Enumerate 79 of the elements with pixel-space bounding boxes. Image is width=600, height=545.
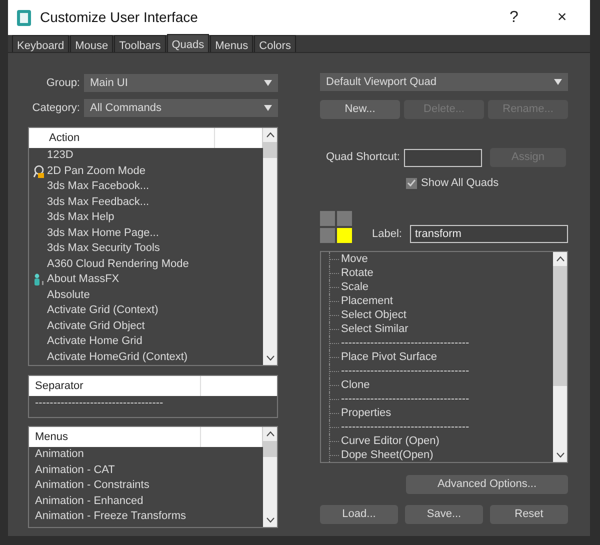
quad-menu-item[interactable]: Clone (341, 378, 370, 390)
category-label: Category: (31, 100, 80, 116)
action-item[interactable]: 3ds Max Help (47, 210, 114, 226)
quad-menu-dropdown[interactable]: Default Viewport Quad (320, 73, 568, 91)
scroll-up-icon[interactable] (266, 132, 274, 138)
action-item[interactable]: Absolute (47, 288, 90, 303)
caret-icon (264, 105, 272, 111)
quad-menu-item[interactable]: ----------------------------------- (341, 392, 470, 404)
quad-menu-item[interactable]: Place Pivot Surface (341, 350, 437, 362)
scrollbar-thumb[interactable] (263, 142, 277, 158)
label-label: Label: (372, 227, 402, 242)
quad-menu-item[interactable]: Select Similar (341, 322, 408, 334)
tab[interactable]: Colors (254, 35, 296, 52)
tab[interactable]: Quads (166, 34, 210, 52)
action-item[interactable]: About MassFX (47, 272, 120, 288)
menus-item[interactable]: Animation - Constraints (35, 478, 150, 494)
action-item[interactable]: A360 Cloud Rendering Mode (47, 256, 189, 272)
footer-button[interactable]: Save... (405, 504, 483, 524)
scrollbar[interactable] (263, 128, 277, 365)
window-title: Customize User Interface (40, 8, 199, 27)
scrollbar[interactable] (263, 427, 277, 527)
label-field[interactable]: transform (410, 224, 568, 242)
quadrant-square[interactable] (337, 228, 352, 242)
separator-item[interactable]: ----------------------------------- (35, 396, 164, 412)
scroll-down-icon[interactable] (266, 517, 274, 523)
scroll-down-icon[interactable] (266, 355, 274, 361)
group-dropdown[interactable]: Main UI (84, 74, 278, 92)
quad-menu-item[interactable]: Rotate (341, 266, 374, 278)
category-dropdown[interactable]: All Commands (84, 99, 278, 117)
action-item[interactable]: 3ds Max Feedback... (47, 194, 150, 210)
quad-shortcut-field[interactable] (404, 148, 482, 166)
quad-button[interactable]: New... (320, 100, 400, 119)
quad-menu-item[interactable]: ----------------------------------- (341, 336, 470, 348)
scroll-up-icon[interactable] (556, 256, 564, 262)
footer-button[interactable]: Reset (490, 504, 568, 524)
quad-shortcut-label: Quad Shortcut: (325, 150, 400, 166)
tab[interactable]: Toolbars (114, 35, 166, 52)
quad-menu-item[interactable]: ----------------------------------- (341, 364, 470, 376)
action-item[interactable]: Activate Grid (Context) (47, 303, 158, 318)
tab[interactable]: Mouse (70, 35, 114, 52)
action-item[interactable]: 3ds Max Facebook... (47, 179, 150, 194)
quad-menu-item[interactable]: Scale (341, 280, 369, 292)
scrollbar-thumb[interactable] (553, 266, 567, 386)
quad-menu-item[interactable]: Select Object (341, 308, 406, 320)
figure-icon (33, 273, 45, 286)
action-item[interactable]: Activate Grid Object (47, 318, 145, 334)
scroll-down-icon[interactable] (556, 452, 564, 458)
action-item[interactable]: Activate HomeGrid (Context) (47, 350, 188, 365)
magnifier-lock-icon (33, 164, 45, 178)
action-item[interactable]: 2D Pan Zoom Mode (47, 164, 146, 179)
action-item[interactable]: 3ds Max Security Tools (47, 241, 160, 256)
menus-item[interactable]: Animation - Enhanced (35, 494, 144, 509)
quad-menu-item[interactable]: Placement (341, 294, 393, 306)
menus-item[interactable]: Animation - CAT (35, 462, 115, 478)
app-logo-icon (16, 8, 32, 26)
footer-button[interactable]: Load... (320, 504, 398, 524)
caret-icon (554, 79, 562, 85)
show-all-quads-checkbox[interactable] (406, 178, 417, 189)
scrollbar[interactable] (553, 252, 567, 462)
close-button[interactable]: × (542, 6, 582, 30)
caret-icon (264, 80, 272, 86)
menus-item[interactable]: Animation - Freeze Transforms (35, 509, 186, 524)
scrollbar-thumb[interactable] (263, 441, 277, 457)
menus-item[interactable]: Animation (35, 447, 84, 462)
quad-menu-item[interactable]: Properties (341, 406, 392, 418)
group-label: Group: (45, 76, 80, 91)
show-all-quads-label: Show All Quads (421, 176, 499, 191)
tab[interactable]: Menus (210, 35, 254, 52)
action-item[interactable]: 123D (47, 148, 74, 164)
tab[interactable]: Keyboard (12, 35, 70, 52)
help-button[interactable]: ? (494, 6, 534, 30)
action-item[interactable]: Activate Home Grid (47, 334, 142, 350)
action-item[interactable]: 3ds Max Home Page... (47, 226, 159, 241)
quad-menu-item[interactable]: Move (341, 252, 368, 264)
scroll-up-icon[interactable] (266, 431, 274, 437)
advanced-options-button[interactable]: Advanced Options... (406, 474, 568, 494)
quad-menu-item[interactable]: ----------------------------------- (341, 420, 470, 432)
quad-menu-item[interactable]: Dope Sheet(Open) (341, 448, 434, 460)
quad-menu-item[interactable]: Curve Editor (Open) (341, 434, 440, 446)
